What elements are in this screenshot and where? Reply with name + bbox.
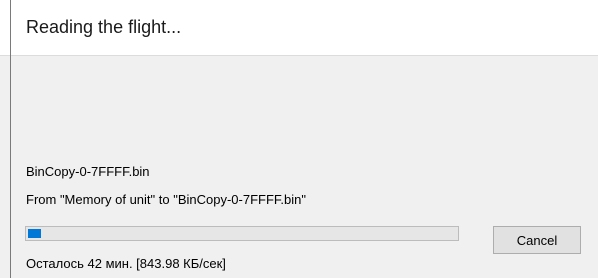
time-remaining-text: Осталось 42 мин. [843.98 КБ/сек] xyxy=(26,256,226,271)
cancel-button[interactable]: Cancel xyxy=(493,226,581,254)
dialog-title: Reading the flight... xyxy=(26,17,182,37)
copy-progress-bar xyxy=(25,226,459,241)
progress-bar-fill xyxy=(28,229,41,238)
dialog-header: Reading the flight... xyxy=(0,0,598,56)
window-left-border xyxy=(10,0,11,278)
copy-progress-dialog: Reading the flight... BinCopy-0-7FFFF.bi… xyxy=(0,0,598,278)
current-file-name: BinCopy-0-7FFFF.bin xyxy=(26,164,150,179)
transfer-description: From "Memory of unit" to "BinCopy-0-7FFF… xyxy=(26,192,306,207)
